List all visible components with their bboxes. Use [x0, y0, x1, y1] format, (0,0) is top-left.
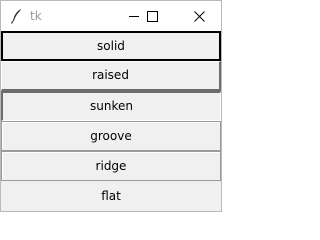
maximize-button[interactable]: [135, 1, 169, 31]
groove-button[interactable]: groove: [1, 121, 221, 151]
window-title: tk: [30, 9, 42, 23]
sunken-button[interactable]: sunken: [1, 91, 221, 121]
app-window: tk solid raised sunken groove ridge flat: [0, 0, 222, 212]
ridge-button[interactable]: ridge: [1, 151, 221, 181]
close-button[interactable]: [182, 1, 216, 31]
raised-button[interactable]: raised: [1, 61, 221, 91]
title-bar[interactable]: tk: [1, 1, 221, 31]
feather-icon: [10, 8, 24, 24]
button-panel: solid raised sunken groove ridge flat: [1, 31, 221, 211]
flat-button[interactable]: flat: [1, 181, 221, 211]
solid-button[interactable]: solid: [1, 31, 221, 61]
